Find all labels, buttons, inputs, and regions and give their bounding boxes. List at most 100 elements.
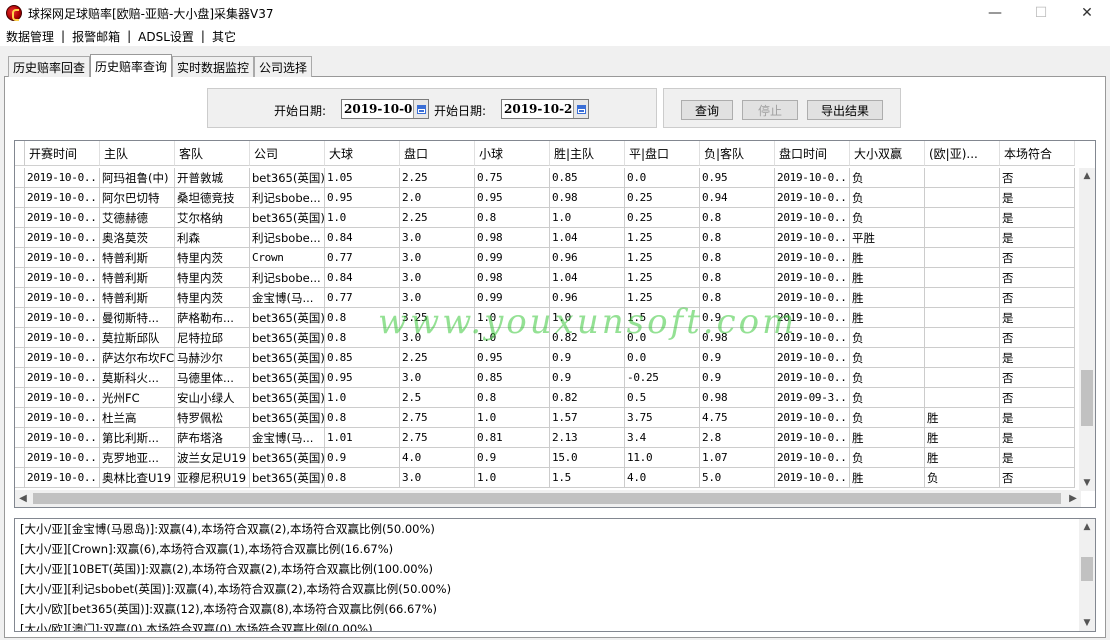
table-cell[interactable]: 是 (1000, 408, 1075, 428)
table-cell[interactable]: 0.85 (475, 368, 550, 388)
table-cell[interactable]: 3.0 (400, 288, 475, 308)
start-date-picker[interactable]: 2019-10-01 (341, 99, 429, 119)
table-cell[interactable]: 特罗佩松 (175, 408, 250, 428)
menu-adsl-settings[interactable]: ADSL设置 (138, 28, 194, 45)
table-cell[interactable]: 否 (1000, 468, 1075, 488)
row-selector[interactable] (15, 448, 25, 468)
table-cell[interactable]: 3.25 (400, 308, 475, 328)
column-header[interactable]: 客队 (175, 141, 250, 166)
table-cell[interactable]: bet365(英国) (250, 368, 325, 388)
column-header[interactable]: 大小双赢 (850, 141, 925, 166)
scroll-thumb[interactable] (1081, 557, 1093, 581)
table-cell[interactable]: 阿尔巴切特 (100, 188, 175, 208)
table-cell[interactable]: 0.0 (625, 168, 700, 188)
table-cell[interactable]: 11.0 (625, 448, 700, 468)
grid-horizontal-scrollbar[interactable]: ◀ ▶ (15, 490, 1081, 507)
table-cell[interactable]: 1.0 (325, 388, 400, 408)
table-cell[interactable]: 利记sbobe... (250, 268, 325, 288)
table-cell[interactable]: 0.85 (325, 348, 400, 368)
table-cell[interactable]: 2.75 (400, 408, 475, 428)
table-cell[interactable]: 平胜 (850, 228, 925, 248)
table-cell[interactable]: 3.0 (400, 228, 475, 248)
table-cell[interactable]: 0.8 (475, 208, 550, 228)
table-row[interactable]: 2019-10-0... 艾德赫德 艾尔格纳 bet365(英国) 1.0 2.25 0.8… (15, 208, 1081, 228)
log-vertical-scrollbar[interactable]: ▲ ▼ (1079, 519, 1095, 631)
table-cell[interactable]: 0.96 (550, 288, 625, 308)
table-cell[interactable]: 0.98 (550, 188, 625, 208)
table-cell[interactable]: 0.5 (625, 388, 700, 408)
table-cell[interactable]: 莫拉斯邱队 (100, 328, 175, 348)
table-cell[interactable]: 0.84 (325, 228, 400, 248)
scroll-up-icon[interactable]: ▲ (1079, 519, 1095, 535)
table-cell[interactable]: 负 (850, 168, 925, 188)
table-cell[interactable]: 特里内茨 (175, 268, 250, 288)
table-cell[interactable]: 0.8 (700, 268, 775, 288)
tab-company-select[interactable]: 公司选择 (254, 56, 313, 77)
maximize-button[interactable]: ☐ (1018, 0, 1064, 26)
table-cell[interactable]: 0.95 (475, 348, 550, 368)
table-cell[interactable]: 否 (1000, 268, 1075, 288)
table-cell[interactable]: 第比利斯... (100, 428, 175, 448)
table-cell[interactable]: 0.0 (625, 348, 700, 368)
table-cell[interactable]: 波兰女足U19 (175, 448, 250, 468)
result-log[interactable]: [大小/亚][金宝博(马恩岛)]:双赢(4),本场符合双赢(2),本场符合双赢比… (14, 518, 1096, 632)
table-cell[interactable]: 2.0 (400, 188, 475, 208)
table-cell[interactable]: 2.25 (400, 168, 475, 188)
table-cell[interactable]: 否 (1000, 248, 1075, 268)
table-row[interactable]: 2019-10-0... 莫斯科火... 马德里体... bet365(英国) 0.95… (15, 368, 1081, 388)
table-cell[interactable]: 0.98 (700, 388, 775, 408)
table-cell[interactable]: 负 (850, 388, 925, 408)
table-cell[interactable]: 否 (1000, 288, 1075, 308)
row-selector[interactable] (15, 208, 25, 228)
table-cell[interactable]: 否 (1000, 388, 1075, 408)
table-cell[interactable]: 萨布塔洛 (175, 428, 250, 448)
table-cell[interactable]: 4.0 (400, 448, 475, 468)
table-cell[interactable] (925, 388, 1000, 408)
table-cell[interactable]: 2.25 (400, 208, 475, 228)
table-cell[interactable]: 胜 (925, 428, 1000, 448)
column-header[interactable]: 本场符合 (1000, 141, 1075, 166)
table-cell[interactable] (925, 248, 1000, 268)
table-cell[interactable]: 3.75 (625, 408, 700, 428)
table-cell[interactable]: 0.0 (625, 328, 700, 348)
table-cell[interactable]: 2019-10-0... (775, 208, 850, 228)
row-selector[interactable] (15, 228, 25, 248)
table-cell[interactable]: 胜 (850, 248, 925, 268)
table-cell[interactable]: bet365(英国) (250, 348, 325, 368)
row-selector[interactable] (15, 348, 25, 368)
table-cell[interactable]: 0.98 (475, 268, 550, 288)
table-cell[interactable]: 1.0 (475, 308, 550, 328)
table-cell[interactable]: 2019-10-0... (775, 248, 850, 268)
menu-alert-email[interactable]: 报警邮箱 (72, 28, 120, 45)
table-cell[interactable]: 否 (1000, 368, 1075, 388)
table-cell[interactable]: 2019-10-0... (25, 408, 100, 428)
table-row[interactable]: 2019-10-0... 特普利斯 特里内茨 Crown 0.77 3.0 0.99 0.96… (15, 248, 1081, 268)
table-cell[interactable]: 奥洛莫茨 (100, 228, 175, 248)
table-cell[interactable]: Crown (250, 248, 325, 268)
scroll-up-icon[interactable]: ▲ (1079, 168, 1095, 184)
table-cell[interactable]: 0.8 (700, 288, 775, 308)
row-selector[interactable] (15, 268, 25, 288)
table-cell[interactable]: 2019-10-0... (25, 168, 100, 188)
row-selector[interactable] (15, 408, 25, 428)
table-cell[interactable]: 1.25 (625, 288, 700, 308)
column-header[interactable]: 负|客队 (700, 141, 775, 166)
table-cell[interactable]: 2019-10-0... (25, 308, 100, 328)
table-cell[interactable]: 2.8 (700, 428, 775, 448)
table-cell[interactable] (925, 268, 1000, 288)
column-header[interactable]: 公司 (250, 141, 325, 166)
table-cell[interactable]: 2019-10-0... (775, 408, 850, 428)
table-cell[interactable]: 利森 (175, 228, 250, 248)
table-row[interactable]: 2019-10-0... 曼彻斯特... 萨格勒布... bet365(英国) 0.8 3… (15, 308, 1081, 328)
table-cell[interactable]: 2019-10-0... (25, 248, 100, 268)
table-cell[interactable]: 胜 (925, 448, 1000, 468)
table-cell[interactable]: bet365(英国) (250, 468, 325, 488)
scroll-right-icon[interactable]: ▶ (1065, 490, 1081, 507)
table-cell[interactable]: 负 (925, 468, 1000, 488)
table-cell[interactable]: 特里内茨 (175, 288, 250, 308)
minimize-button[interactable]: — (972, 0, 1018, 26)
table-cell[interactable]: 负 (850, 208, 925, 228)
calendar-dropdown-icon[interactable] (573, 100, 588, 118)
row-selector[interactable] (15, 248, 25, 268)
table-cell[interactable]: 1.0 (475, 328, 550, 348)
